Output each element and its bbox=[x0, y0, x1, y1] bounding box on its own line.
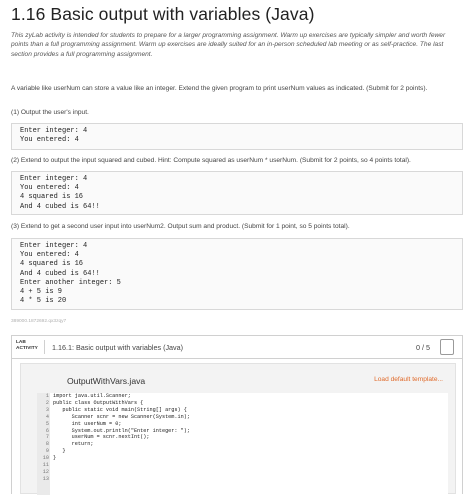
line-number: 6 bbox=[45, 427, 49, 434]
lab-editor-container: OutputWithVars.java Load default templat… bbox=[11, 359, 463, 495]
step-2-text: (2) Extend to output the input squared a… bbox=[11, 157, 411, 164]
load-default-template-link[interactable]: Load default template... bbox=[374, 376, 443, 383]
line-number: 4 bbox=[45, 413, 49, 420]
code-line[interactable]: Scanner scnr = new Scanner(System.in); bbox=[50, 414, 448, 421]
lab-activity-tag: LAB ACTIVITY bbox=[16, 340, 45, 354]
page-title: 1.16 Basic output with variables (Java) bbox=[11, 4, 315, 24]
lab-activity-title: 1.16.1: Basic output with variables (Jav… bbox=[52, 343, 184, 352]
code-line[interactable]: return; bbox=[50, 441, 448, 448]
intro-text: This zyLab activity is intended for stud… bbox=[11, 32, 446, 58]
line-number: 13 bbox=[42, 475, 49, 482]
page: 1.16 Basic output with variables (Java) … bbox=[0, 0, 474, 495]
code-line[interactable]: userNum = scnr.nextInt(); bbox=[50, 434, 448, 441]
code-line[interactable]: } bbox=[50, 448, 448, 455]
code-line[interactable]: System.out.println("Enter integer: "); bbox=[50, 428, 448, 435]
line-number: 1 bbox=[45, 393, 49, 399]
line-number: 10 bbox=[42, 455, 49, 462]
code-line[interactable]: public class OutputWithVars { bbox=[50, 400, 448, 407]
code-line[interactable]: public static void main(String[] args) { bbox=[50, 407, 448, 414]
example-output-2: Enter integer: 4 You entered: 4 4 square… bbox=[11, 171, 463, 215]
step-3-text: (3) Extend to get a second user input in… bbox=[11, 223, 350, 230]
instruction-paragraph: A variable like userNum can store a valu… bbox=[11, 85, 428, 92]
line-number: 5 bbox=[45, 420, 49, 427]
lab-score: 0 / 5 bbox=[416, 343, 430, 352]
lab-tag-line-2: ACTIVITY bbox=[16, 346, 38, 351]
example-output-1: Enter integer: 4 You entered: 4 bbox=[11, 123, 463, 150]
completion-badge-icon bbox=[440, 339, 454, 355]
code-editor[interactable]: import java.util.Scanner; public class Ou… bbox=[50, 393, 448, 495]
line-number: 8 bbox=[45, 441, 49, 448]
line-number: 9 bbox=[45, 448, 49, 455]
line-number: 2 bbox=[45, 399, 49, 406]
line-number: 3 bbox=[45, 406, 49, 413]
activity-id: 389000.1872692.qx3zqy7 bbox=[11, 319, 67, 324]
code-line[interactable]: import java.util.Scanner; bbox=[50, 393, 448, 400]
line-number-gutter: 1 2 3 4 5 6 7 8 9 10 11 12 13 bbox=[37, 393, 50, 495]
file-name: OutputWithVars.java bbox=[67, 376, 146, 386]
code-line[interactable]: } bbox=[50, 455, 448, 462]
lab-activity-header: LAB ACTIVITY 1.16.1: Basic output with v… bbox=[11, 335, 463, 359]
step-1-text: (1) Output the user's input. bbox=[11, 109, 89, 116]
line-number: 7 bbox=[45, 434, 49, 441]
code-line[interactable]: int userNum = 0; bbox=[50, 421, 448, 428]
editor-panel: OutputWithVars.java Load default templat… bbox=[20, 363, 456, 495]
line-number: 11 bbox=[42, 462, 49, 469]
line-number: 12 bbox=[42, 468, 49, 475]
example-output-3: Enter integer: 4 You entered: 4 4 square… bbox=[11, 238, 463, 310]
